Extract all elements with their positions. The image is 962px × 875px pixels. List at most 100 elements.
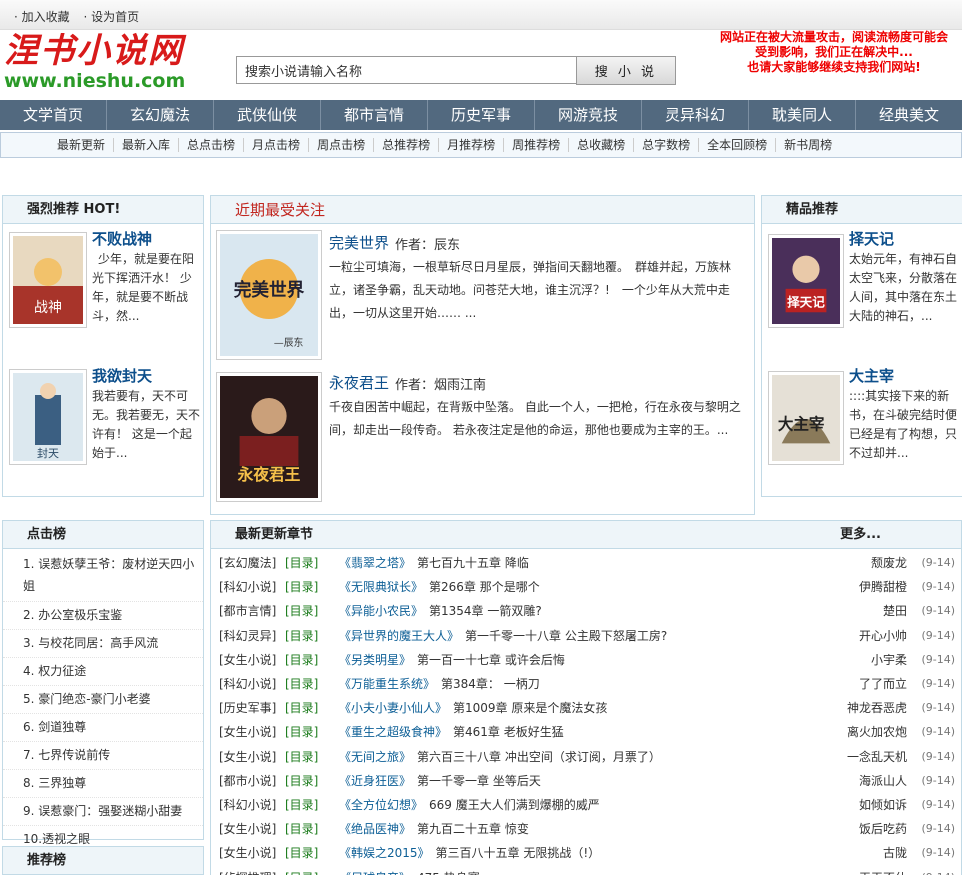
- toc-link[interactable]: [目录]: [285, 841, 318, 865]
- toc-link[interactable]: [目录]: [285, 696, 318, 720]
- toc-link[interactable]: [目录]: [285, 599, 318, 623]
- rank-item[interactable]: 4. 权力征途: [3, 658, 203, 686]
- book-cover[interactable]: 封天: [9, 369, 87, 465]
- book-title[interactable]: 我欲封天: [92, 365, 152, 386]
- author-name[interactable]: 烟雨江南: [434, 378, 486, 393]
- author-link[interactable]: 小宇柔: [871, 648, 907, 672]
- book-link[interactable]: 《万能重生系统》: [339, 677, 435, 691]
- update-category[interactable]: [女生小说]: [219, 720, 276, 744]
- toc-link[interactable]: [目录]: [285, 672, 318, 696]
- book-cover[interactable]: 择天记: [768, 234, 844, 328]
- subnav-item[interactable]: 全本回顾榜: [699, 138, 777, 152]
- author-link[interactable]: 神龙吞恶虎: [847, 696, 907, 720]
- update-category[interactable]: [玄幻魔法]: [219, 551, 276, 575]
- subnav-item[interactable]: 周推荐榜: [504, 138, 570, 152]
- book-link[interactable]: 《重生之超级食神》: [339, 725, 447, 739]
- book-cover[interactable]: 永夜君王: [216, 372, 322, 502]
- book-cover[interactable]: 战神: [9, 232, 87, 328]
- author-link[interactable]: 如倾如诉: [859, 793, 907, 817]
- nav-item[interactable]: 都市言情: [321, 100, 428, 130]
- book-link[interactable]: 《无限典狱长》: [339, 580, 423, 594]
- subnav-item[interactable]: 最新更新: [49, 138, 115, 152]
- set-homepage-link[interactable]: · 设为首页: [83, 10, 139, 24]
- book-link[interactable]: 《全方位幻想》: [339, 798, 423, 812]
- book-link[interactable]: 《绝品医神》: [339, 822, 411, 836]
- nav-item[interactable]: 武侠仙侠: [214, 100, 321, 130]
- chapter-link[interactable]: 第384章： 一柄刀: [441, 677, 540, 691]
- rank-item[interactable]: 1. 误惹妖孽王爷：废材逆天四小姐: [3, 549, 203, 602]
- book-cover[interactable]: 大主宰: [768, 371, 844, 465]
- update-category[interactable]: [女生小说]: [219, 817, 276, 841]
- toc-link[interactable]: [目录]: [285, 866, 318, 875]
- rank-item[interactable]: 5. 豪门绝恋-豪门小老婆: [3, 686, 203, 714]
- author-link[interactable]: 离火加农炮: [847, 720, 907, 744]
- toc-link[interactable]: [目录]: [285, 817, 318, 841]
- book-title[interactable]: 大主宰: [849, 365, 894, 386]
- toc-link[interactable]: [目录]: [285, 575, 318, 599]
- author-link[interactable]: 海派山人: [859, 769, 907, 793]
- author-link[interactable]: 开心小帅: [859, 624, 907, 648]
- toc-link[interactable]: [目录]: [285, 551, 318, 575]
- toc-link[interactable]: [目录]: [285, 648, 318, 672]
- chapter-link[interactable]: 第461章 老板好生猛: [453, 725, 564, 739]
- subnav-item[interactable]: 总点击榜: [179, 138, 245, 152]
- update-category[interactable]: [历史军事]: [219, 696, 276, 720]
- book-title[interactable]: 完美世界: [329, 232, 389, 253]
- chapter-link[interactable]: 第七百九十五章 降临: [417, 556, 529, 570]
- subnav-item[interactable]: 新书周榜: [776, 138, 840, 152]
- update-category[interactable]: [科幻小说]: [219, 793, 276, 817]
- rank-item[interactable]: 3. 与校花同居：高手风流: [3, 630, 203, 658]
- author-name[interactable]: 辰东: [434, 238, 460, 253]
- book-link[interactable]: 《翡翠之塔》: [339, 556, 411, 570]
- add-favorite-link[interactable]: · 加入收藏: [14, 10, 70, 24]
- book-link[interactable]: 《另类明星》: [339, 653, 411, 667]
- nav-item[interactable]: 文学首页: [0, 100, 107, 130]
- search-button[interactable]: 搜 小 说: [575, 56, 676, 85]
- chapter-link[interactable]: 669 魔王大人们满到爆棚的威严: [429, 798, 600, 812]
- author-link[interactable]: 古陇: [883, 841, 907, 865]
- subnav-item[interactable]: 总推荐榜: [374, 138, 440, 152]
- update-category[interactable]: [都市言情]: [219, 599, 276, 623]
- nav-item[interactable]: 玄幻魔法: [107, 100, 214, 130]
- rank-item[interactable]: 6. 剑道独尊: [3, 714, 203, 742]
- chapter-link[interactable]: 第九百二十五章 惊变: [417, 822, 529, 836]
- book-title[interactable]: 择天记: [849, 228, 894, 249]
- nav-item[interactable]: 耽美同人: [749, 100, 856, 130]
- subnav-item[interactable]: 月点击榜: [244, 138, 310, 152]
- book-title[interactable]: 不败战神: [92, 228, 152, 249]
- chapter-link[interactable]: 第一千零一十八章 公主殿下怒屠工房?: [465, 629, 667, 643]
- update-category[interactable]: [科幻小说]: [219, 672, 276, 696]
- update-category[interactable]: [女生小说]: [219, 841, 276, 865]
- book-link[interactable]: 《无间之旅》: [339, 750, 411, 764]
- toc-link[interactable]: [目录]: [285, 769, 318, 793]
- nav-item[interactable]: 灵异科幻: [642, 100, 749, 130]
- nav-item[interactable]: 历史军事: [428, 100, 535, 130]
- chapter-link[interactable]: 第1009章 原来是个魔法女孩: [453, 701, 607, 715]
- author-link[interactable]: 天天不休: [859, 866, 907, 875]
- book-link[interactable]: 《异能小农民》: [339, 604, 423, 618]
- subnav-item[interactable]: 总字数榜: [634, 138, 700, 152]
- rank-item[interactable]: 9. 误惹豪门：强娶迷糊小甜妻: [3, 798, 203, 826]
- book-link[interactable]: 《异世界的魔王大人》: [339, 629, 459, 643]
- book-link[interactable]: 《足球皇帝》: [339, 871, 411, 875]
- chapter-link[interactable]: 第1354章 一箭双雕?: [429, 604, 542, 618]
- rank-item[interactable]: 8. 三界独尊: [3, 770, 203, 798]
- author-link[interactable]: 颓废龙: [871, 551, 907, 575]
- update-category[interactable]: [侦探推理]: [219, 866, 276, 875]
- update-category[interactable]: [女生小说]: [219, 648, 276, 672]
- book-title[interactable]: 永夜君王: [329, 372, 389, 393]
- author-link[interactable]: 伊腾甜橙: [859, 575, 907, 599]
- subnav-item[interactable]: 月推荐榜: [439, 138, 505, 152]
- chapter-link[interactable]: 第一百一十七章 或许会后悔: [417, 653, 565, 667]
- update-category[interactable]: [科幻灵异]: [219, 624, 276, 648]
- update-category[interactable]: [女生小说]: [219, 745, 276, 769]
- chapter-link[interactable]: 第三百八十五章 无限挑战（!）: [436, 846, 601, 860]
- update-category[interactable]: [科幻小说]: [219, 575, 276, 599]
- subnav-item[interactable]: 总收藏榜: [569, 138, 635, 152]
- chapter-link[interactable]: 475 热身赛: [417, 871, 480, 875]
- author-link[interactable]: 了了而立: [859, 672, 907, 696]
- site-logo[interactable]: 涅书小说网 www.nieshu.com: [4, 32, 204, 96]
- update-category[interactable]: [都市小说]: [219, 769, 276, 793]
- toc-link[interactable]: [目录]: [285, 624, 318, 648]
- chapter-link[interactable]: 第六百三十八章 冲出空间（求订阅，月票了）: [417, 750, 661, 764]
